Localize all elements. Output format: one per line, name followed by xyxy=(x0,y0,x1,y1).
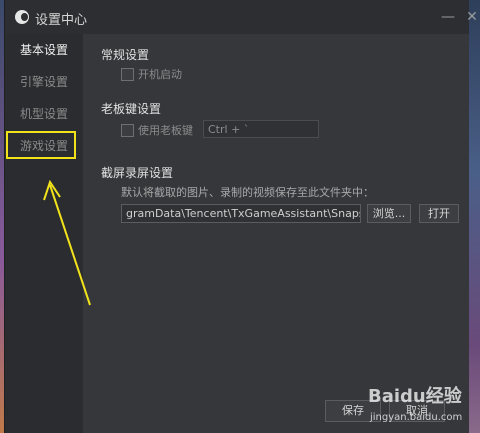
baidu-watermark: Baidu经验 jingyan.baidu.com xyxy=(356,376,466,430)
watermark-url: jingyan.baidu.com xyxy=(370,412,463,423)
watermark-brand: Baidu经验 xyxy=(368,386,462,407)
annotation-arrow xyxy=(43,179,91,306)
